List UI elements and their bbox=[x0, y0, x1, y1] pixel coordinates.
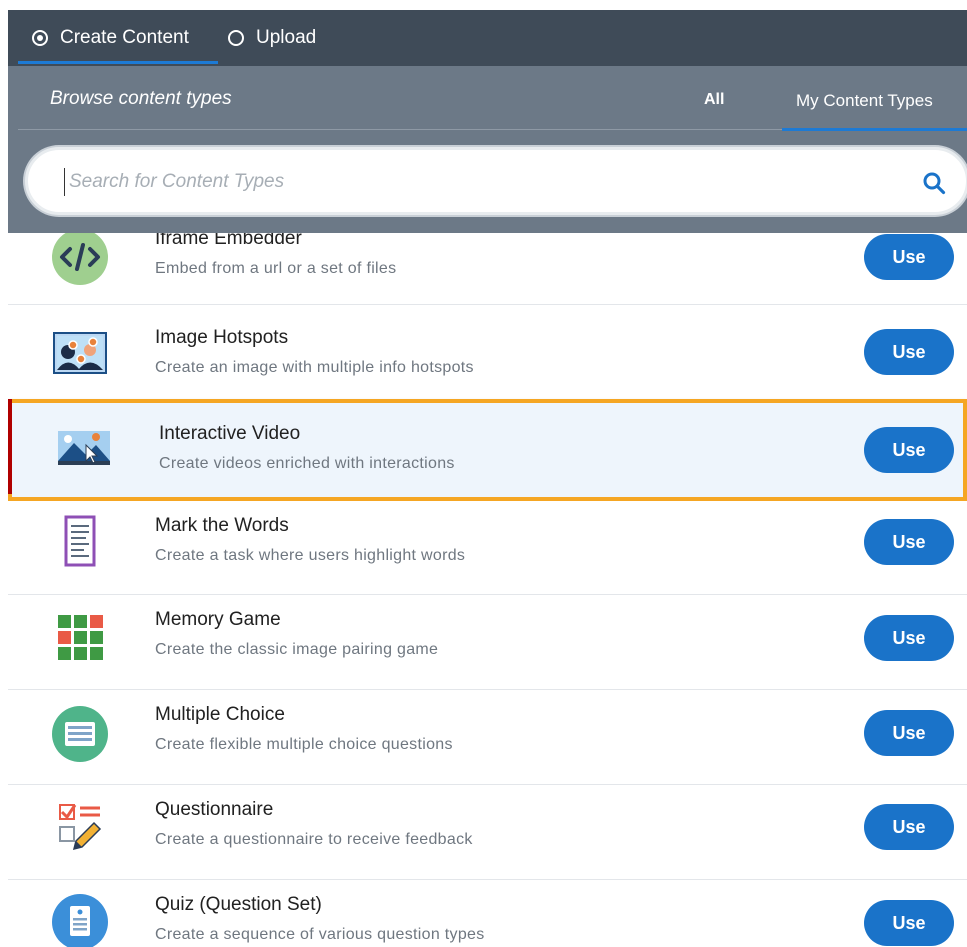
item-description: Create a sequence of various question ty… bbox=[155, 926, 485, 943]
use-button[interactable]: Use bbox=[864, 329, 954, 375]
item-description: Create an image with multiple info hotsp… bbox=[155, 359, 474, 376]
list-item[interactable]: Quiz (Question Set) Create a sequence of… bbox=[8, 880, 967, 947]
use-button[interactable]: Use bbox=[864, 900, 954, 946]
image-hotspots-icon bbox=[53, 332, 107, 374]
radio-unselected-icon bbox=[228, 30, 244, 46]
active-filter-indicator bbox=[782, 128, 967, 131]
item-title: Image Hotspots bbox=[155, 327, 289, 348]
item-title: Interactive Video bbox=[159, 423, 301, 444]
item-description: Embed from a url or a set of files bbox=[155, 260, 397, 277]
quiz-icon bbox=[52, 894, 108, 947]
header-divider bbox=[18, 129, 782, 130]
item-title: Memory Game bbox=[155, 609, 281, 630]
filter-tab-my-content-types[interactable]: My Content Types bbox=[796, 91, 933, 111]
tab-upload-label: Upload bbox=[256, 27, 317, 48]
browse-title: Browse content types bbox=[50, 88, 232, 109]
list-item[interactable]: Iframe Embedder Embed from a url or a se… bbox=[8, 233, 967, 305]
use-button[interactable]: Use bbox=[864, 615, 954, 661]
tab-create-content[interactable]: Create Content bbox=[32, 10, 189, 66]
item-title: Quiz (Question Set) bbox=[155, 894, 322, 915]
use-button[interactable]: Use bbox=[864, 234, 954, 280]
active-tab-indicator bbox=[18, 61, 218, 64]
list-item[interactable]: Mark the Words Create a task where users… bbox=[8, 501, 967, 595]
item-description: Create the classic image pairing game bbox=[155, 641, 439, 658]
mark-the-words-icon bbox=[64, 515, 96, 567]
search-icon[interactable] bbox=[922, 171, 946, 195]
item-title: Multiple Choice bbox=[155, 704, 285, 725]
item-description: Create a questionnaire to receive feedba… bbox=[155, 831, 473, 848]
item-description: Create videos enriched with interactions bbox=[159, 455, 455, 472]
tab-upload[interactable]: Upload bbox=[228, 10, 316, 66]
list-item[interactable]: Memory Game Create the classic image pai… bbox=[8, 595, 967, 690]
radio-selected-icon bbox=[32, 30, 48, 46]
interactive-video-icon bbox=[58, 431, 110, 465]
use-button[interactable]: Use bbox=[864, 427, 954, 473]
use-button[interactable]: Use bbox=[864, 519, 954, 565]
top-tab-bar: Create Content Upload bbox=[8, 10, 967, 66]
search-input[interactable] bbox=[64, 168, 884, 196]
item-description: Create a task where users highlight word… bbox=[155, 547, 466, 564]
list-item[interactable]: Multiple Choice Create flexible multiple… bbox=[8, 690, 967, 785]
list-item[interactable]: Image Hotspots Create an image with mult… bbox=[8, 305, 967, 400]
content-type-list: Iframe Embedder Embed from a url or a se… bbox=[8, 233, 967, 947]
use-button[interactable]: Use bbox=[864, 804, 954, 850]
browse-header: Browse content types All My Content Type… bbox=[8, 66, 967, 233]
iframe-embedder-icon bbox=[52, 233, 108, 285]
filter-tab-all[interactable]: All bbox=[704, 91, 724, 109]
multiple-choice-icon bbox=[52, 706, 108, 762]
item-title: Iframe Embedder bbox=[155, 233, 302, 249]
memory-game-icon bbox=[58, 615, 103, 660]
use-button[interactable]: Use bbox=[864, 710, 954, 756]
item-title: Mark the Words bbox=[155, 515, 289, 536]
item-title: Questionnaire bbox=[155, 799, 274, 820]
questionnaire-icon bbox=[59, 804, 102, 851]
tab-create-content-label: Create Content bbox=[60, 27, 189, 48]
list-item-selected[interactable]: Interactive Video Create videos enriched… bbox=[8, 399, 967, 501]
search-box[interactable] bbox=[25, 147, 967, 215]
list-item[interactable]: Questionnaire Create a questionnaire to … bbox=[8, 785, 967, 880]
item-description: Create flexible multiple choice question… bbox=[155, 736, 453, 753]
